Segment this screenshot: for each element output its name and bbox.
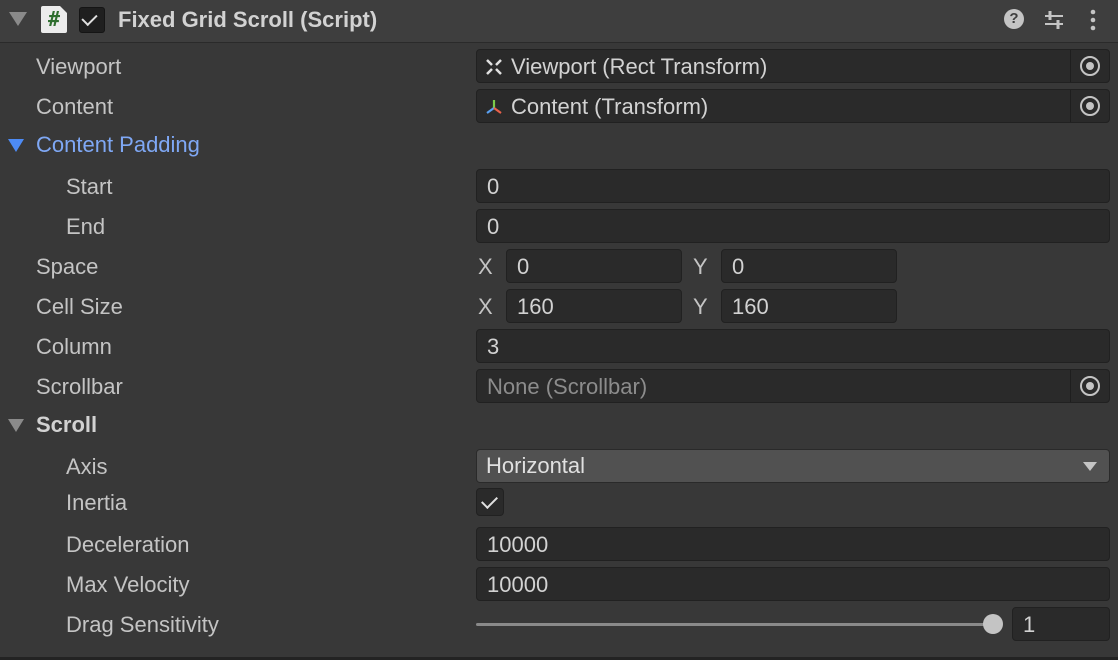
space-x-field[interactable]: 0 (506, 249, 682, 283)
drag-sensitivity-field[interactable]: 1 (1012, 607, 1110, 641)
scroll-foldout-icon[interactable] (8, 419, 24, 432)
csharp-script-icon: # (41, 6, 67, 33)
padding-end-field[interactable]: 0 (476, 209, 1110, 243)
component-header: # Fixed Grid Scroll (Script) ? (0, 0, 1118, 43)
content-padding-foldout-icon[interactable] (8, 139, 24, 152)
space-x-label[interactable]: X (478, 254, 493, 280)
column-label: Column (36, 334, 112, 359)
column-field[interactable]: 3 (476, 329, 1110, 363)
viewport-object-picker[interactable] (1070, 50, 1109, 82)
scrollbar-object-field[interactable]: None (Scrollbar) (476, 369, 1110, 403)
max-velocity-value: 10000 (487, 572, 549, 597)
axis-label: Axis (66, 454, 108, 479)
object-picker-icon (1080, 56, 1100, 76)
padding-start-field[interactable]: 0 (476, 169, 1110, 203)
check-icon (81, 9, 98, 27)
scroll-label[interactable]: Scroll (36, 412, 97, 438)
space-label: Space (36, 254, 99, 279)
component-title: Fixed Grid Scroll (Script) (118, 7, 378, 32)
content-object-picker[interactable] (1070, 90, 1109, 122)
drag-sensitivity-value: 1 (1023, 612, 1036, 637)
padding-start-label: Start (66, 174, 113, 199)
cell-size-y-field[interactable]: 160 (721, 289, 897, 323)
padding-start-value: 0 (487, 174, 500, 199)
content-object-field[interactable]: Content (Transform) (476, 89, 1110, 123)
viewport-object-field[interactable]: Viewport (Rect Transform) (476, 49, 1110, 83)
space-y-value: 0 (732, 254, 745, 279)
cell-size-x-field[interactable]: 160 (506, 289, 682, 323)
viewport-label: Viewport (36, 54, 122, 79)
max-velocity-label: Max Velocity (66, 572, 190, 597)
inertia-label: Inertia (66, 490, 128, 515)
content-padding-label[interactable]: Content Padding (36, 132, 200, 158)
space-y-field[interactable]: 0 (721, 249, 897, 283)
space-x-value: 0 (517, 254, 530, 279)
inertia-checkbox[interactable] (476, 488, 504, 516)
cell-size-label: Cell Size (36, 294, 123, 319)
deceleration-value: 10000 (487, 532, 549, 557)
help-icon[interactable]: ? (1004, 9, 1024, 29)
transform-axes-icon (486, 100, 502, 114)
cell-size-x-label[interactable]: X (478, 294, 493, 320)
drag-sensitivity-slider-track[interactable] (476, 623, 994, 626)
axis-dropdown[interactable]: Horizontal (476, 449, 1110, 483)
cell-size-y-value: 160 (732, 294, 769, 319)
kebab-menu-icon[interactable] (1085, 8, 1101, 32)
scrollbar-object-picker[interactable] (1070, 370, 1109, 402)
cell-size-y-label[interactable]: Y (693, 294, 708, 320)
check-icon (481, 492, 498, 509)
chevron-down-icon (1083, 462, 1097, 471)
padding-end-label: End (66, 214, 106, 239)
component-enabled-toggle[interactable] (79, 7, 105, 33)
column-value: 3 (487, 334, 500, 359)
deceleration-label: Deceleration (66, 532, 190, 557)
deceleration-field[interactable]: 10000 (476, 527, 1110, 561)
axis-value: Horizontal (486, 453, 586, 478)
content-label: Content (36, 94, 114, 119)
padding-end-value: 0 (487, 214, 500, 239)
max-velocity-field[interactable]: 10000 (476, 567, 1110, 601)
drag-sensitivity-label: Drag Sensitivity (66, 612, 219, 637)
cell-size-x-value: 160 (517, 294, 554, 319)
presets-sliders-icon[interactable] (1043, 9, 1065, 31)
object-picker-icon (1080, 376, 1100, 396)
space-y-label[interactable]: Y (693, 254, 708, 280)
scrollbar-value: None (Scrollbar) (487, 374, 648, 399)
viewport-value: Viewport (Rect Transform) (511, 54, 768, 79)
drag-sensitivity-slider-thumb[interactable] (983, 614, 1003, 634)
object-picker-icon (1080, 96, 1100, 116)
rect-transform-icon (486, 59, 502, 75)
collapse-arrow-icon[interactable] (9, 12, 27, 26)
content-value: Content (Transform) (511, 94, 709, 119)
scrollbar-label: Scrollbar (36, 374, 123, 399)
